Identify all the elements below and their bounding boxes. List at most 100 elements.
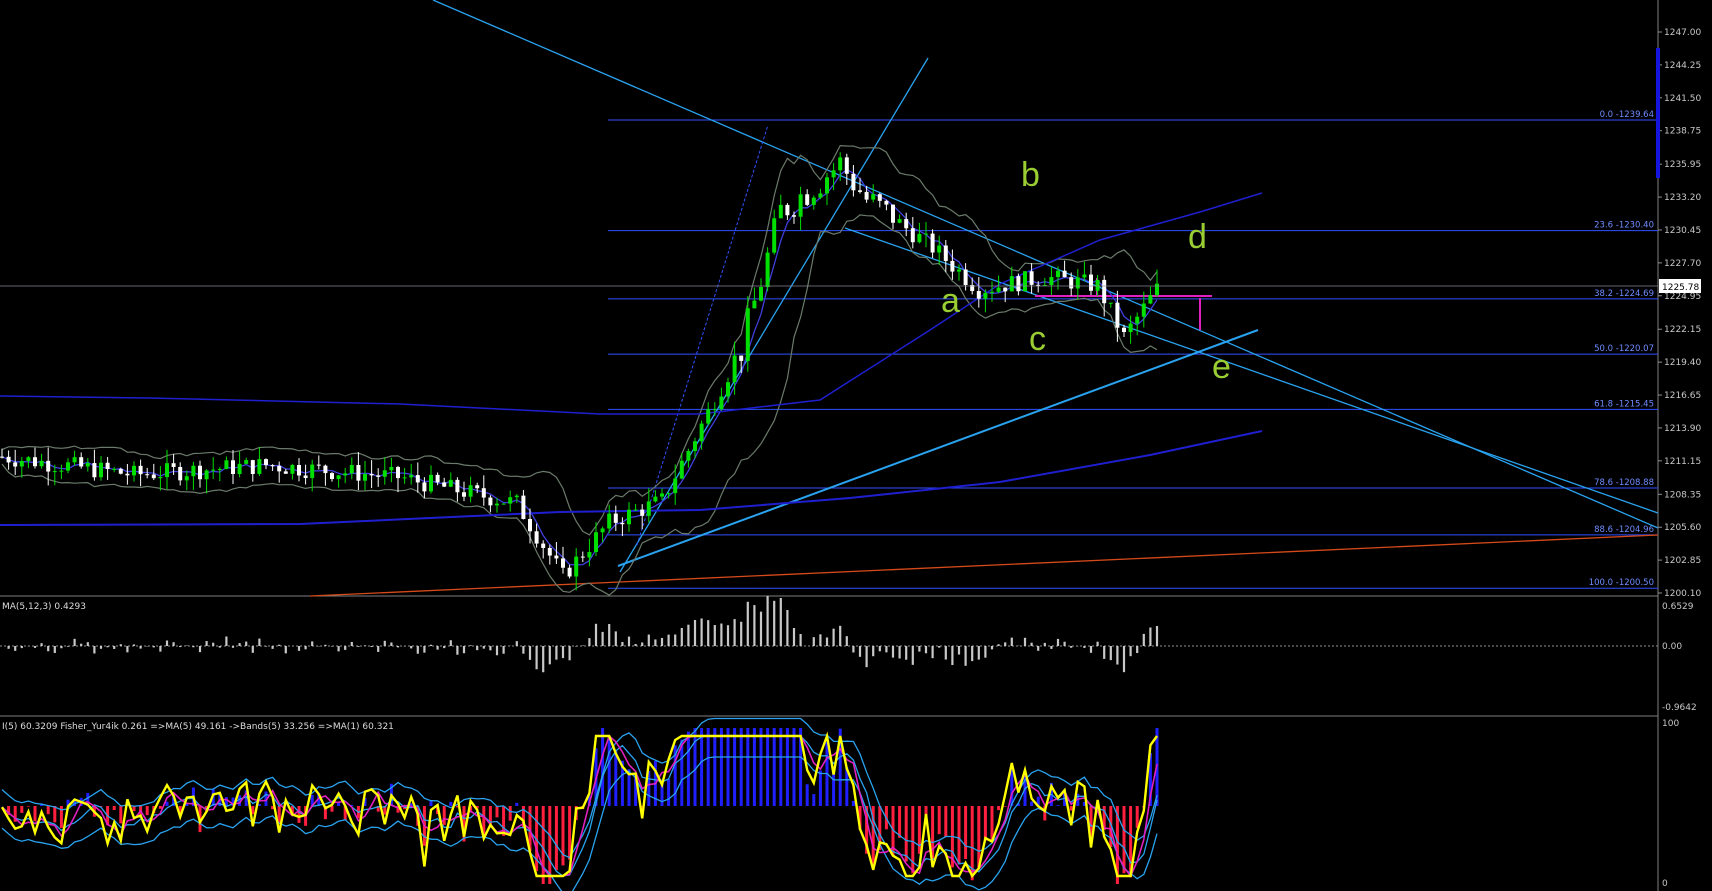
- candle-body: [19, 461, 24, 467]
- candle-body: [244, 460, 249, 464]
- candle-body: [996, 287, 1001, 292]
- candle-body: [290, 465, 295, 474]
- candle-body: [785, 204, 790, 216]
- candle-body: [442, 482, 447, 487]
- candle-body: [924, 233, 928, 235]
- candle-body: [1023, 271, 1027, 292]
- price-tick-label: 1235.95: [1664, 160, 1701, 170]
- candle-body: [732, 355, 737, 383]
- price-tick-label: 1205.60: [1664, 523, 1701, 533]
- candle-body: [415, 475, 420, 483]
- candle-body: [303, 475, 308, 479]
- candle-body: [990, 291, 994, 293]
- candle-body: [739, 355, 744, 361]
- candle-body: [376, 475, 381, 477]
- fisher-band-lower: [1, 756, 1158, 891]
- osma-panel[interactable]: MA(5,12,3) 0.4293 0.6529 0.00 -0.9642: [0, 596, 1697, 713]
- candle-body: [59, 470, 64, 472]
- price-tick-label: 1208.35: [1664, 490, 1701, 500]
- candle-body: [957, 269, 961, 272]
- candle-body: [508, 497, 513, 504]
- candle-body: [561, 558, 565, 568]
- candle-body: [1122, 327, 1126, 333]
- candle-body: [231, 460, 235, 475]
- candle-body: [270, 465, 275, 467]
- candle-body: [343, 473, 348, 476]
- candle-body: [475, 485, 480, 489]
- candle-body: [1056, 270, 1060, 278]
- candle-body: [448, 479, 453, 487]
- candle-body: [627, 509, 631, 525]
- candle-body: [745, 308, 750, 361]
- candle-body: [1102, 279, 1107, 304]
- candle-body: [1155, 283, 1159, 296]
- bollinger-upper: [1, 144, 1158, 536]
- candle-body: [950, 260, 955, 272]
- candle-body: [224, 460, 229, 469]
- candle-body: [1029, 271, 1034, 285]
- candle-body: [844, 157, 849, 174]
- candle-body: [858, 190, 862, 192]
- fib-level-label: 23.6 -1230.40: [1594, 221, 1654, 231]
- wave-label-c: c: [1029, 320, 1046, 358]
- candle-body: [719, 396, 724, 410]
- candle-body: [699, 423, 704, 442]
- candle-body: [468, 485, 473, 497]
- price-tick-label: 1213.90: [1664, 424, 1701, 434]
- candle-body: [165, 463, 169, 478]
- slow-ma-upper: [0, 192, 1263, 415]
- candle-body: [1128, 323, 1133, 333]
- candle-body: [831, 170, 836, 178]
- fib-level-label: 0.0 -1239.64: [1600, 110, 1654, 120]
- candle-body: [0, 456, 4, 458]
- candle-body: [679, 460, 684, 479]
- fib-level-label: 38.2 -1224.69: [1594, 289, 1654, 299]
- price-panel[interactable]: 0.0 -1239.64 23.6 -1230.40 38.2 -1224.69 50…: [0, 0, 1659, 597]
- candle-body: [429, 474, 433, 492]
- candle-body: [138, 465, 143, 475]
- candle-body: [752, 300, 757, 309]
- candle-body: [640, 509, 645, 516]
- candle-body: [455, 479, 460, 493]
- candle-body: [323, 465, 328, 474]
- candle-body: [118, 468, 123, 474]
- candle-body: [382, 470, 387, 477]
- candle-body: [811, 197, 816, 205]
- candle-body: [805, 194, 810, 205]
- candle-body: [871, 194, 876, 200]
- candle-body: [125, 473, 130, 476]
- candle-body: [798, 194, 803, 217]
- candle-body: [13, 462, 18, 467]
- candle-body: [363, 474, 367, 481]
- price-axis[interactable]: 1247.00 1244.25 1241.50 1238.75 1235.95 1233.…: [1658, 28, 1701, 599]
- candle-body: [983, 292, 988, 299]
- fisher-panel[interactable]: I(5) 60.3209 Fisher_Yur4ik 0.261 =>MA(5)…: [0, 717, 1679, 891]
- candle-body: [145, 474, 150, 476]
- candle-body: [528, 519, 532, 532]
- chart-canvas[interactable]: 0.0 -1239.64 23.6 -1230.40 38.2 -1224.69 50…: [0, 0, 1712, 891]
- fibonacci-levels[interactable]: 0.0 -1239.64 23.6 -1230.40 38.2 -1224.69 50…: [608, 110, 1658, 589]
- candle-body: [1003, 287, 1008, 292]
- candle-body: [105, 462, 110, 470]
- wave-label-d: d: [1188, 218, 1207, 256]
- chart-shift-marker[interactable]: [1656, 48, 1660, 178]
- candle-body: [112, 468, 117, 470]
- candle-body: [277, 465, 282, 472]
- candle-body: [864, 191, 869, 200]
- osma-scale-zero: 0.00: [1662, 642, 1682, 652]
- candle-body: [554, 555, 559, 559]
- price-tick-label: 1202.85: [1664, 556, 1701, 566]
- candle-body: [891, 204, 895, 223]
- candle-body: [1108, 302, 1113, 304]
- trend-line: [617, 329, 1259, 567]
- candle-body: [211, 469, 216, 471]
- candle-body: [191, 465, 196, 477]
- candle-body: [660, 493, 664, 497]
- fib-level-label: 100.0 -1200.50: [1589, 578, 1654, 588]
- price-tick-label: 1247.00: [1664, 28, 1701, 38]
- candle-body: [686, 450, 691, 461]
- candle-body: [1148, 295, 1153, 304]
- candle-body: [547, 547, 552, 556]
- candle-body: [600, 528, 605, 533]
- fisher-histogram: [7, 728, 1159, 884]
